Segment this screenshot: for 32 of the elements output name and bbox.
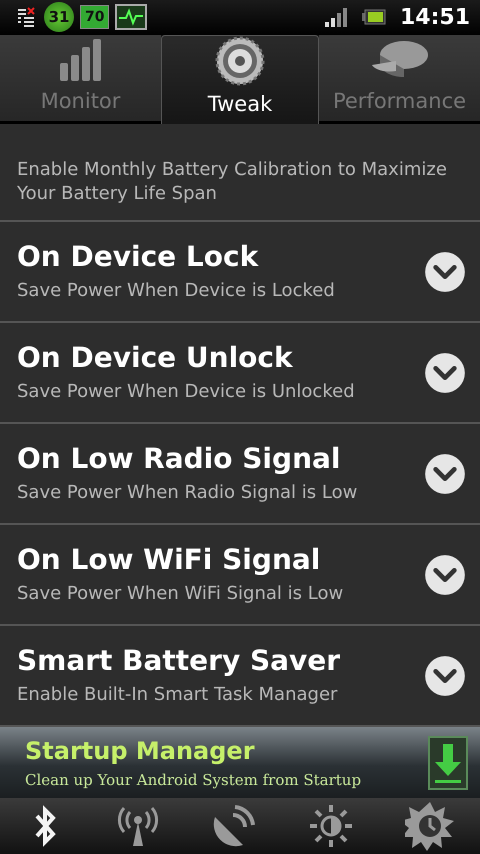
temperature-badge: 31 [44, 2, 74, 32]
expand-button[interactable] [424, 250, 466, 293]
setting-title: Smart Battery Saver [17, 644, 340, 678]
antenna-icon[interactable] [116, 804, 160, 848]
setting-title: On Device Lock [17, 240, 260, 274]
setting-description: Save Power When Device is Unlocked [17, 380, 355, 404]
bar-chart-icon [58, 37, 104, 84]
expand-button[interactable] [424, 654, 466, 697]
battery-icon [362, 9, 386, 26]
setting-title: On Device Unlock [17, 341, 294, 374]
setting-description: Save Power When Device is Locked [17, 279, 335, 304]
expand-button[interactable] [424, 452, 466, 495]
battery-percent-badge: 70 [80, 5, 110, 30]
setting-title: On Low Radio Signal [17, 442, 342, 476]
brightness-icon[interactable] [308, 803, 354, 850]
expand-button[interactable] [424, 554, 466, 596]
tab[interactable]: Tweak [161, 34, 319, 124]
expand-button[interactable] [424, 352, 466, 394]
setting-description: Save Power When Radio Signal is Low [17, 481, 358, 506]
ad-title: Startup Manager [25, 736, 256, 765]
gear-icon [215, 36, 265, 86]
signal-icon [324, 6, 348, 28]
ad-banner[interactable]: Startup Manager Clean up Your Android System from Startup [0, 727, 480, 798]
setting-title: On Low WiFi Signal [17, 543, 322, 576]
setting-description: Save Power When WiFi Signal is Low [17, 582, 344, 606]
clock: 14:51 [400, 4, 470, 30]
setting-description: Enable Built-In Smart Task Manager [17, 683, 338, 708]
download-icon[interactable] [428, 736, 468, 790]
setting-description: Enable Monthly Battery Calibration to Maximize Your Battery Life Span [17, 158, 448, 206]
sun-clock-icon[interactable] [404, 801, 455, 852]
heartbeat-monitor-icon [115, 4, 148, 30]
ad-subtitle: Clean up Your Android System from Startup [25, 770, 362, 789]
